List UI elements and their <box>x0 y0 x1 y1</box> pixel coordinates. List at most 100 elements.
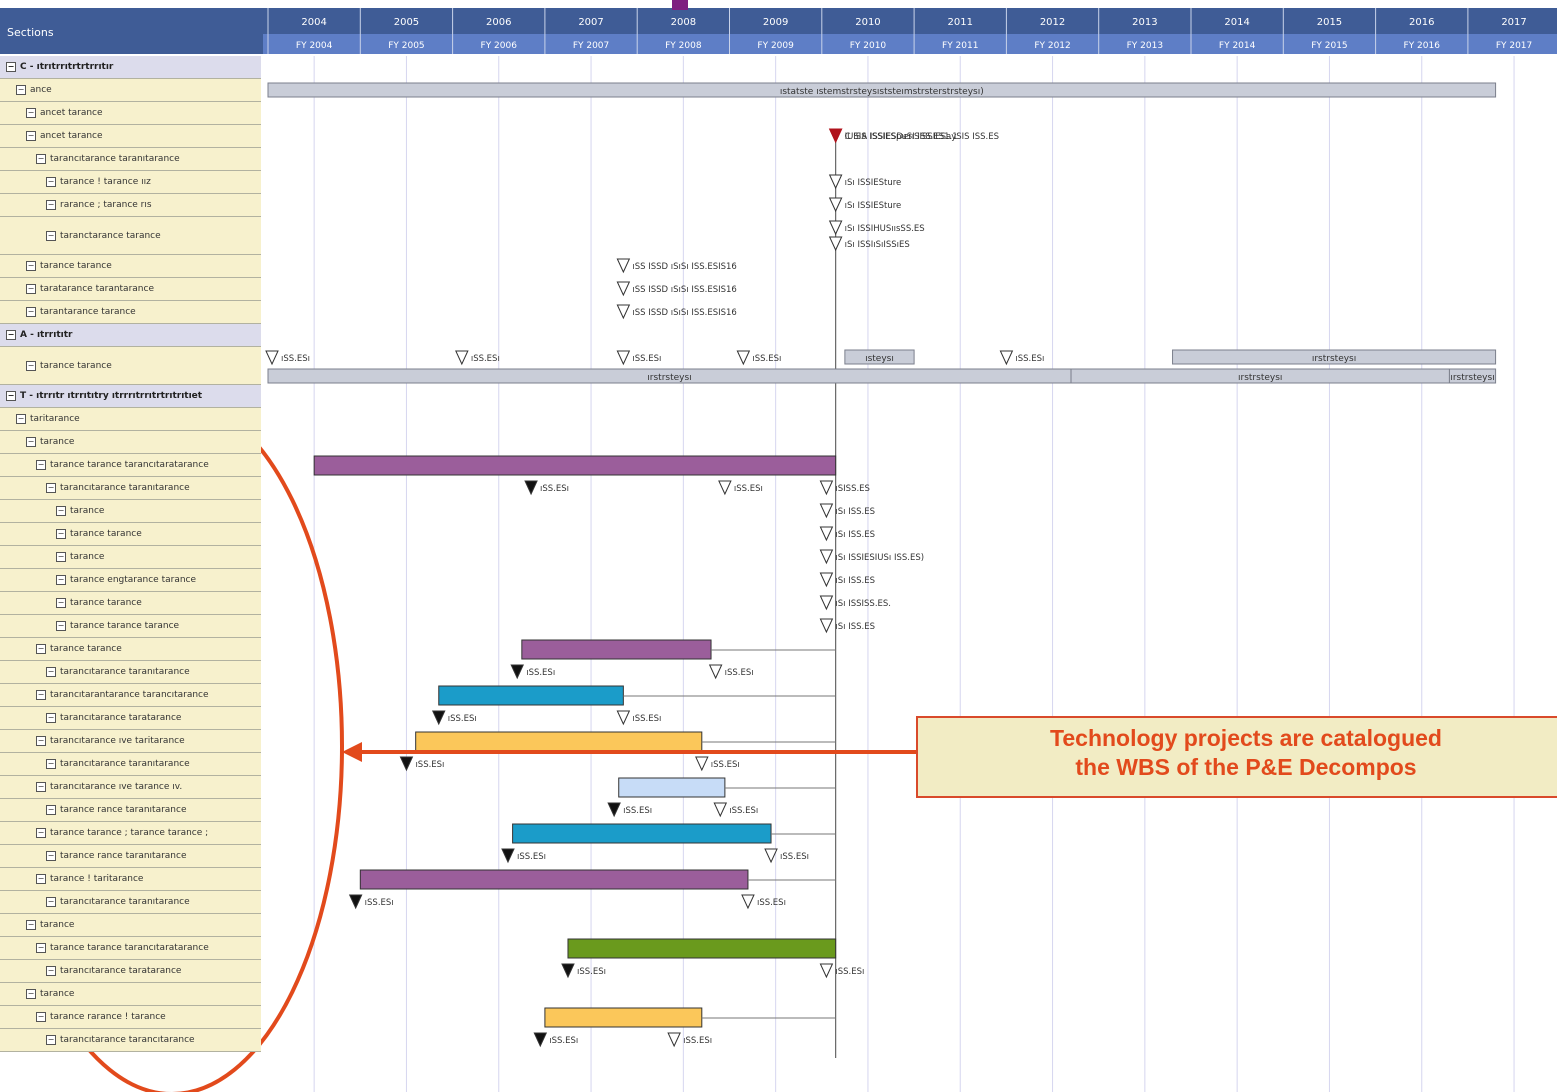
collapse-icon[interactable]: − <box>36 644 46 654</box>
task-bar[interactable] <box>521 639 712 660</box>
task-row[interactable]: − tarancıtarance taranıtarance <box>0 891 261 914</box>
collapse-icon[interactable]: − <box>46 483 56 493</box>
collapse-icon[interactable]: − <box>6 62 16 72</box>
collapse-icon[interactable]: − <box>16 414 26 424</box>
collapse-icon[interactable]: − <box>46 667 56 677</box>
task-row[interactable]: − tarancıtarance taranıtarance <box>0 661 261 684</box>
collapse-icon[interactable]: − <box>46 177 56 187</box>
row-label: tarance <box>40 989 75 999</box>
collapse-icon[interactable]: − <box>46 713 56 723</box>
collapse-icon[interactable]: − <box>46 230 56 241</box>
task-row[interactable]: − tarance rance taranıtarance <box>0 799 261 822</box>
collapse-icon[interactable]: − <box>36 782 46 792</box>
milestone-label: ıSS.ESı <box>1015 354 1044 364</box>
task-bar[interactable] <box>512 823 772 844</box>
collapse-icon[interactable]: − <box>46 966 56 976</box>
collapse-icon[interactable]: − <box>46 1035 56 1045</box>
task-row[interactable]: − tarance tarance ; tarance tarance ; <box>0 822 261 845</box>
task-row[interactable]: − tarance <box>0 431 261 454</box>
collapse-icon[interactable]: − <box>26 131 36 141</box>
collapse-icon[interactable]: − <box>26 989 36 999</box>
task-row[interactable]: − tarancıtarance taranıtarance <box>0 477 261 500</box>
collapse-icon[interactable]: − <box>36 943 46 953</box>
task-row[interactable]: − tarancıtarance taranıtarance <box>0 753 261 776</box>
task-row[interactable]: − tarance tarance <box>0 592 261 615</box>
collapse-icon[interactable]: − <box>56 506 66 516</box>
task-row[interactable]: − tarancıtarance taratarance <box>0 960 261 983</box>
collapse-icon[interactable]: − <box>36 1012 46 1022</box>
row-label: tarance tarance <box>70 598 142 608</box>
task-bar[interactable] <box>359 869 749 890</box>
task-row[interactable]: − ancet tarance <box>0 102 261 125</box>
task-row[interactable]: − tarance tarance tarancıtaratarance <box>0 454 261 477</box>
collapse-icon[interactable]: − <box>56 552 66 562</box>
collapse-icon[interactable]: − <box>6 391 16 401</box>
task-row[interactable]: − tarance ! taritarance <box>0 868 261 891</box>
task-row[interactable]: − tarancıtarance taratarance <box>0 707 261 730</box>
collapse-icon[interactable]: − <box>46 851 56 861</box>
task-row[interactable]: − tarance engtarance tarance <box>0 569 261 592</box>
section-row[interactable]: − T - ıtrrıtr ıtrrıtıtry ıtrrrıtrrıtrtrıt… <box>0 385 261 408</box>
task-row[interactable]: − tarancıtarance ıve taritarance <box>0 730 261 753</box>
task-row[interactable]: − tarance tarance <box>0 638 261 661</box>
collapse-icon[interactable]: − <box>26 261 36 271</box>
task-row[interactable]: − rarance ; tarance rıs <box>0 194 261 217</box>
collapse-icon[interactable]: − <box>46 805 56 815</box>
task-row[interactable]: − tarance tarance tarancıtaratarance <box>0 937 261 960</box>
row-label: tarancıtarance tarancıtarance <box>60 1035 195 1045</box>
collapse-icon[interactable]: − <box>56 621 66 631</box>
fy-label-7: FY 2011 <box>942 41 978 51</box>
task-row[interactable]: − tarance rarance ! tarance <box>0 1006 261 1029</box>
collapse-icon[interactable]: − <box>56 529 66 539</box>
collapse-icon[interactable]: − <box>36 736 46 746</box>
collapse-icon[interactable]: − <box>36 828 46 838</box>
collapse-icon[interactable]: − <box>36 154 46 164</box>
task-bar[interactable] <box>618 777 726 798</box>
task-row[interactable]: − tarance tarance <box>0 347 261 385</box>
task-row[interactable]: − taritarance <box>0 408 261 431</box>
collapse-icon[interactable]: − <box>16 85 26 95</box>
collapse-icon[interactable]: − <box>56 575 66 585</box>
task-row[interactable]: − tarancıtarance tarancıtarance <box>0 1029 261 1052</box>
task-row[interactable]: − tarance tarance <box>0 255 261 278</box>
task-row[interactable]: − taranctarance tarance <box>0 217 261 255</box>
task-row[interactable]: − tarance <box>0 546 261 569</box>
section-row[interactable]: − C - ıtrıtrrıtrtrtrrıtır <box>0 56 261 79</box>
task-row[interactable]: − tarance <box>0 914 261 937</box>
task-row[interactable]: − tarancıtarance ıve tarance ıv. <box>0 776 261 799</box>
collapse-icon[interactable]: − <box>36 460 46 470</box>
section-row[interactable]: − A - ıtrrıtıtr <box>0 324 261 347</box>
task-row[interactable]: − ance <box>0 79 261 102</box>
task-row[interactable]: − tarancıtarantarance tarancıtarance <box>0 684 261 707</box>
task-row[interactable]: − tarance tarance <box>0 523 261 546</box>
task-row[interactable]: − tarance <box>0 500 261 523</box>
task-row[interactable]: − tarance tarance tarance <box>0 615 261 638</box>
collapse-icon[interactable]: − <box>36 690 46 700</box>
task-row[interactable]: − tarantarance tarance <box>0 301 261 324</box>
task-bar[interactable] <box>313 455 837 476</box>
collapse-icon[interactable]: − <box>26 360 36 371</box>
milestone-label: ıSS.ESı <box>780 852 809 862</box>
collapse-icon[interactable]: − <box>46 200 56 210</box>
task-row[interactable]: − taratarance tarantarance <box>0 278 261 301</box>
collapse-icon[interactable]: − <box>26 108 36 118</box>
task-bar[interactable] <box>567 938 837 959</box>
task-row[interactable]: − tarance ! tarance ıız <box>0 171 261 194</box>
collapse-icon[interactable]: − <box>26 437 36 447</box>
task-row[interactable]: − tarancıtarance taranıtarance <box>0 148 261 171</box>
task-row[interactable]: − ancet tarance <box>0 125 261 148</box>
collapse-icon[interactable]: − <box>56 598 66 608</box>
collapse-icon[interactable]: − <box>26 284 36 294</box>
task-bar[interactable] <box>544 1007 703 1028</box>
collapse-icon[interactable]: − <box>46 759 56 769</box>
milestone-label: ıSS.ESı <box>632 714 661 724</box>
task-bar[interactable] <box>415 731 703 752</box>
task-row[interactable]: − tarance <box>0 983 261 1006</box>
collapse-icon[interactable]: − <box>26 307 36 317</box>
task-bar[interactable] <box>438 685 624 706</box>
collapse-icon[interactable]: − <box>46 897 56 907</box>
collapse-icon[interactable]: − <box>36 874 46 884</box>
task-row[interactable]: − tarance rance taranıtarance <box>0 845 261 868</box>
collapse-icon[interactable]: − <box>26 920 36 930</box>
collapse-icon[interactable]: − <box>6 330 16 340</box>
